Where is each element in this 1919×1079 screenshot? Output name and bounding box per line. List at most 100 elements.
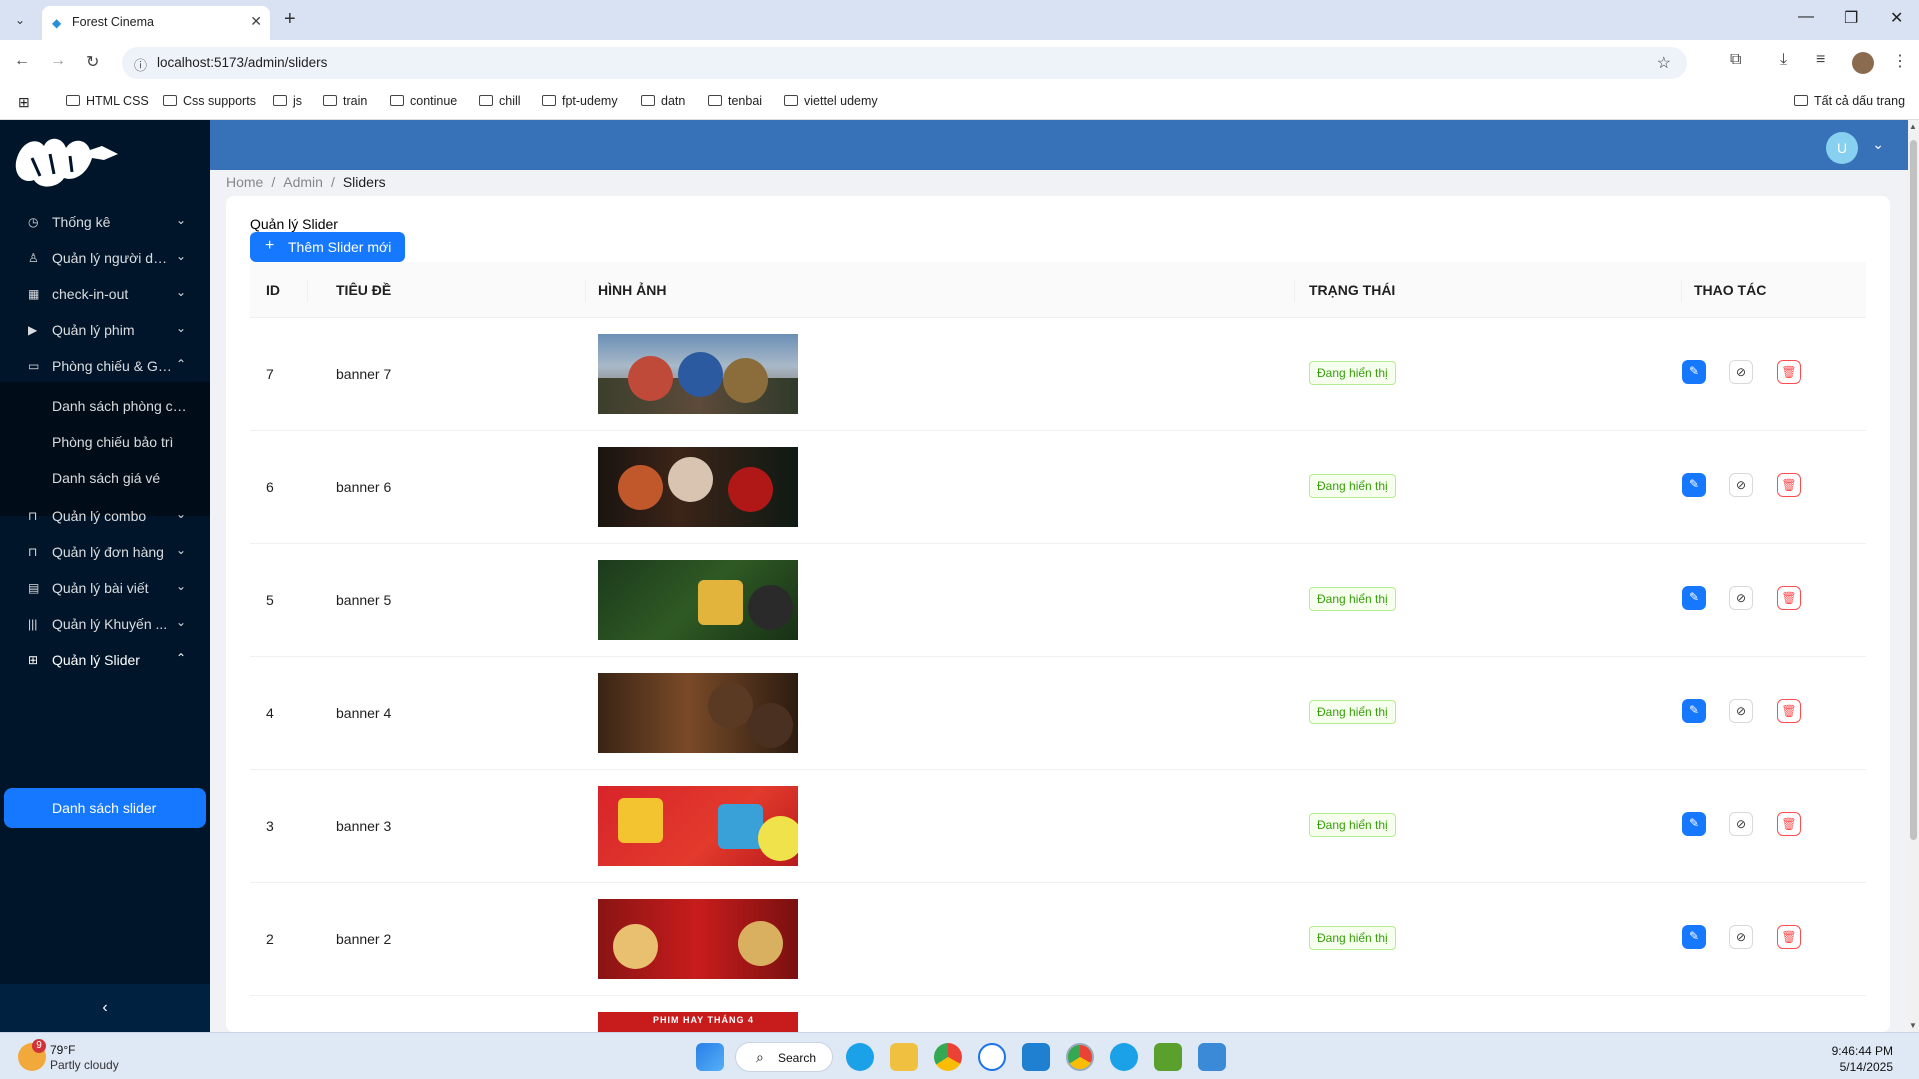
browser-tab[interactable]: ◆ Forest Cinema ✕ — [42, 6, 270, 40]
menu-check-in-out[interactable]: ▦ check-in-out ⌄ — [0, 274, 210, 314]
breadcrumb-home[interactable]: Home — [226, 174, 263, 190]
menu-posts[interactable]: ▤ Quản lý bài viết ⌄ — [0, 568, 210, 608]
bookmark-folder[interactable]: HTML CSS — [66, 94, 149, 108]
banner-thumbnail[interactable] — [598, 334, 798, 414]
banner-thumbnail[interactable] — [598, 786, 798, 866]
column-header-title[interactable]: TIÊU ĐỀ — [336, 282, 391, 298]
avatar[interactable]: U — [1826, 132, 1858, 164]
profile-avatar[interactable] — [1852, 52, 1874, 74]
bookmark-folder[interactable]: chill — [479, 94, 521, 108]
banner-thumbnail[interactable] — [598, 560, 798, 640]
delete-button[interactable]: 🗑 — [1777, 473, 1801, 497]
hide-button[interactable]: ⊘ — [1729, 812, 1753, 836]
menu-kebab-icon[interactable]: ⋮ — [1892, 51, 1908, 71]
delete-button[interactable]: 🗑 — [1777, 586, 1801, 610]
eye-invisible-icon: ⊘ — [1735, 591, 1747, 605]
tab-search-icon[interactable]: ⌄ — [10, 10, 30, 30]
hide-button[interactable]: ⊘ — [1729, 360, 1753, 384]
forward-icon[interactable]: → — [50, 52, 66, 70]
bookmark-folder[interactable]: js — [273, 94, 302, 108]
column-header-image[interactable]: HÌNH ẢNH — [598, 282, 666, 298]
forest-cinema-logo[interactable] — [10, 128, 120, 192]
extensions-icon[interactable]: ⧉ — [1730, 51, 1741, 69]
column-header-actions[interactable]: THAO TÁC — [1694, 282, 1766, 298]
submenu-ticket-prices[interactable]: Danh sách giá vé — [0, 458, 210, 498]
windows-taskbar: 9 79°F Partly cloudy ⌕ Search 9:46:44 PM… — [0, 1032, 1919, 1079]
menu-combo[interactable]: ⊓ Quản lý combo ⌄ — [0, 496, 210, 536]
menu-thong-ke[interactable]: ◷ Thống kê ⌄ — [0, 202, 210, 242]
menu-slider[interactable]: ⊞ Quản lý Slider ⌃ — [0, 640, 210, 680]
cell-id: 6 — [266, 479, 274, 495]
breadcrumb-admin[interactable]: Admin — [283, 174, 323, 190]
app-icon[interactable] — [1154, 1043, 1182, 1071]
submenu-slider-list[interactable]: Danh sách slider — [4, 788, 206, 828]
new-tab-icon[interactable]: + — [284, 8, 296, 31]
chrome-icon[interactable] — [934, 1043, 962, 1071]
banner-thumbnail[interactable] — [598, 447, 798, 527]
delete-button[interactable]: 🗑 — [1777, 812, 1801, 836]
edit-button[interactable]: ✎ — [1682, 586, 1706, 610]
reload-icon[interactable]: ↻ — [86, 52, 99, 72]
restore-icon[interactable]: ❐ — [1844, 8, 1858, 28]
banner-thumbnail[interactable] — [598, 899, 798, 979]
file-explorer-icon[interactable] — [890, 1043, 918, 1071]
bookmark-folder[interactable]: Css supports — [163, 94, 256, 108]
vscode-icon[interactable] — [1022, 1043, 1050, 1071]
all-bookmarks[interactable]: Tất cả dấu trang — [1794, 94, 1905, 108]
edit-button[interactable]: ✎ — [1682, 699, 1706, 723]
media-icon[interactable]: ≡ — [1816, 51, 1825, 69]
windows-start-icon[interactable] — [696, 1043, 724, 1071]
close-tab-icon[interactable]: ✕ — [250, 13, 262, 30]
edit-button[interactable]: ✎ — [1682, 473, 1706, 497]
bookmark-folder[interactable]: fpt-udemy — [542, 94, 618, 108]
hide-button[interactable]: ⊘ — [1729, 586, 1753, 610]
bookmark-folder[interactable]: tenbai — [708, 94, 762, 108]
edge-app-icon[interactable] — [1110, 1043, 1138, 1071]
back-icon[interactable]: ← — [14, 52, 30, 70]
minimize-icon[interactable]: — — [1798, 8, 1814, 26]
taskbar-search[interactable]: ⌕ Search — [735, 1042, 833, 1072]
bookmark-star-icon[interactable]: ☆ — [1657, 53, 1671, 73]
scroll-up-icon[interactable]: ▲ — [1909, 122, 1917, 131]
hide-button[interactable]: ⊘ — [1729, 699, 1753, 723]
menu-promotions[interactable]: ||| Quản lý Khuyến ... ⌄ — [0, 604, 210, 644]
bookmark-folder[interactable]: train — [323, 94, 367, 108]
bookmark-folder[interactable]: continue — [390, 94, 457, 108]
add-slider-button[interactable]: + Thêm Slider mới — [250, 232, 405, 262]
edit-button[interactable]: ✎ — [1682, 360, 1706, 384]
submenu-room-list[interactable]: Danh sách phòng ch... — [0, 386, 210, 426]
menu-orders[interactable]: ⊓ Quản lý đơn hàng ⌄ — [0, 532, 210, 572]
close-window-icon[interactable]: ✕ — [1890, 8, 1903, 28]
delete-button[interactable]: 🗑 — [1777, 360, 1801, 384]
site-info-icon[interactable]: ⓘ — [134, 55, 147, 74]
submenu-room-maintenance[interactable]: Phòng chiếu bảo trì — [0, 422, 210, 462]
edit-button[interactable]: ✎ — [1682, 925, 1706, 949]
download-icon[interactable]: ⤓ — [1780, 51, 1787, 69]
banner-thumbnail[interactable]: PHIM HAY THÁNG 4 — [598, 1012, 798, 1032]
column-header-id[interactable]: ID — [266, 282, 280, 298]
collapse-sidebar-button[interactable]: ‹ — [0, 984, 210, 1032]
hide-button[interactable]: ⊘ — [1729, 925, 1753, 949]
apps-grid-icon[interactable]: ⊞ — [18, 94, 30, 111]
bookmark-folder[interactable]: viettel udemy — [784, 94, 878, 108]
menu-films[interactable]: ▶ Quản lý phim ⌄ — [0, 310, 210, 350]
menu-rooms[interactable]: ▭ Phòng chiếu & Gi... ⌃ — [0, 346, 210, 386]
menu-users[interactable]: ♙ Quản lý người dù... ⌄ — [0, 238, 210, 278]
url-input[interactable]: ⓘ localhost:5173/admin/sliders ☆ — [122, 47, 1687, 79]
banner-thumbnail[interactable] — [598, 673, 798, 753]
edit-button[interactable]: ✎ — [1682, 812, 1706, 836]
bookmark-folder[interactable]: datn — [641, 94, 685, 108]
chrome-profile-icon[interactable] — [1066, 1043, 1094, 1071]
delete-button[interactable]: 🗑 — [1777, 699, 1801, 723]
system-clock[interactable]: 9:46:44 PM 5/14/2025 — [1832, 1043, 1893, 1075]
scroll-down-icon[interactable]: ▼ — [1909, 1021, 1917, 1030]
hide-button[interactable]: ⊘ — [1729, 473, 1753, 497]
app-icon[interactable] — [1198, 1043, 1226, 1071]
scroll-thumb[interactable] — [1910, 140, 1917, 840]
page-scrollbar[interactable]: ▲ ▼ — [1908, 120, 1919, 1032]
zalo-icon[interactable] — [978, 1043, 1006, 1071]
column-header-status[interactable]: TRẠNG THÁI — [1309, 282, 1395, 298]
edge-icon[interactable] — [846, 1043, 874, 1071]
delete-button[interactable]: 🗑 — [1777, 925, 1801, 949]
chevron-down-icon[interactable]: ⌄ — [1872, 136, 1884, 153]
